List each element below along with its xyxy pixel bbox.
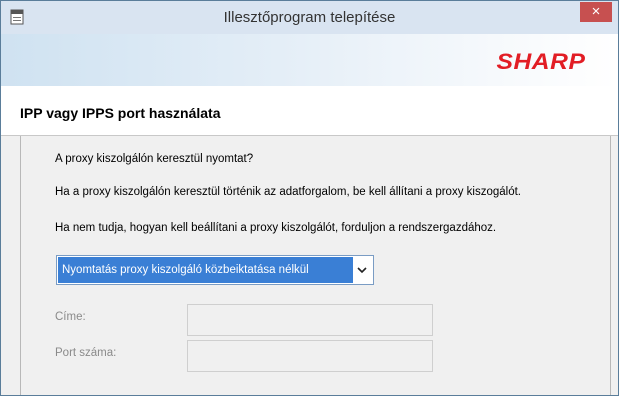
address-label: Címe:: [55, 311, 86, 323]
proxy-mode-selected: Nyomtatás proxy kiszolgáló közbeiktatása…: [58, 257, 353, 283]
address-field[interactable]: [187, 304, 433, 336]
chevron-down-icon[interactable]: [355, 262, 369, 278]
proxy-mode-select[interactable]: Nyomtatás proxy kiszolgáló közbeiktatása…: [56, 255, 374, 285]
window-title: Illesztőprogram telepítése: [223, 9, 396, 26]
sharp-logo: SHARP: [496, 49, 586, 74]
page-heading-area: IPP vagy IPPS port használata: [1, 86, 618, 136]
title-bar[interactable]: Illesztőprogram telepítése ×: [1, 1, 618, 34]
proxy-info-text: Ha a proxy kiszolgálón keresztül történi…: [55, 186, 521, 198]
page-title: IPP vagy IPPS port használata: [20, 105, 221, 121]
admin-info-text: Ha nem tudja, hogyan kell beállítani a p…: [55, 222, 497, 234]
port-label: Port száma:: [55, 347, 117, 359]
header-banner: SHARP: [1, 34, 618, 86]
close-button[interactable]: ×: [580, 2, 612, 22]
port-field[interactable]: [187, 340, 433, 372]
close-icon: ×: [591, 3, 601, 20]
installer-window: Illesztőprogram telepítése × SHARP IPP v…: [0, 0, 619, 396]
proxy-question-text: A proxy kiszolgálón keresztül nyomtat?: [55, 153, 254, 165]
